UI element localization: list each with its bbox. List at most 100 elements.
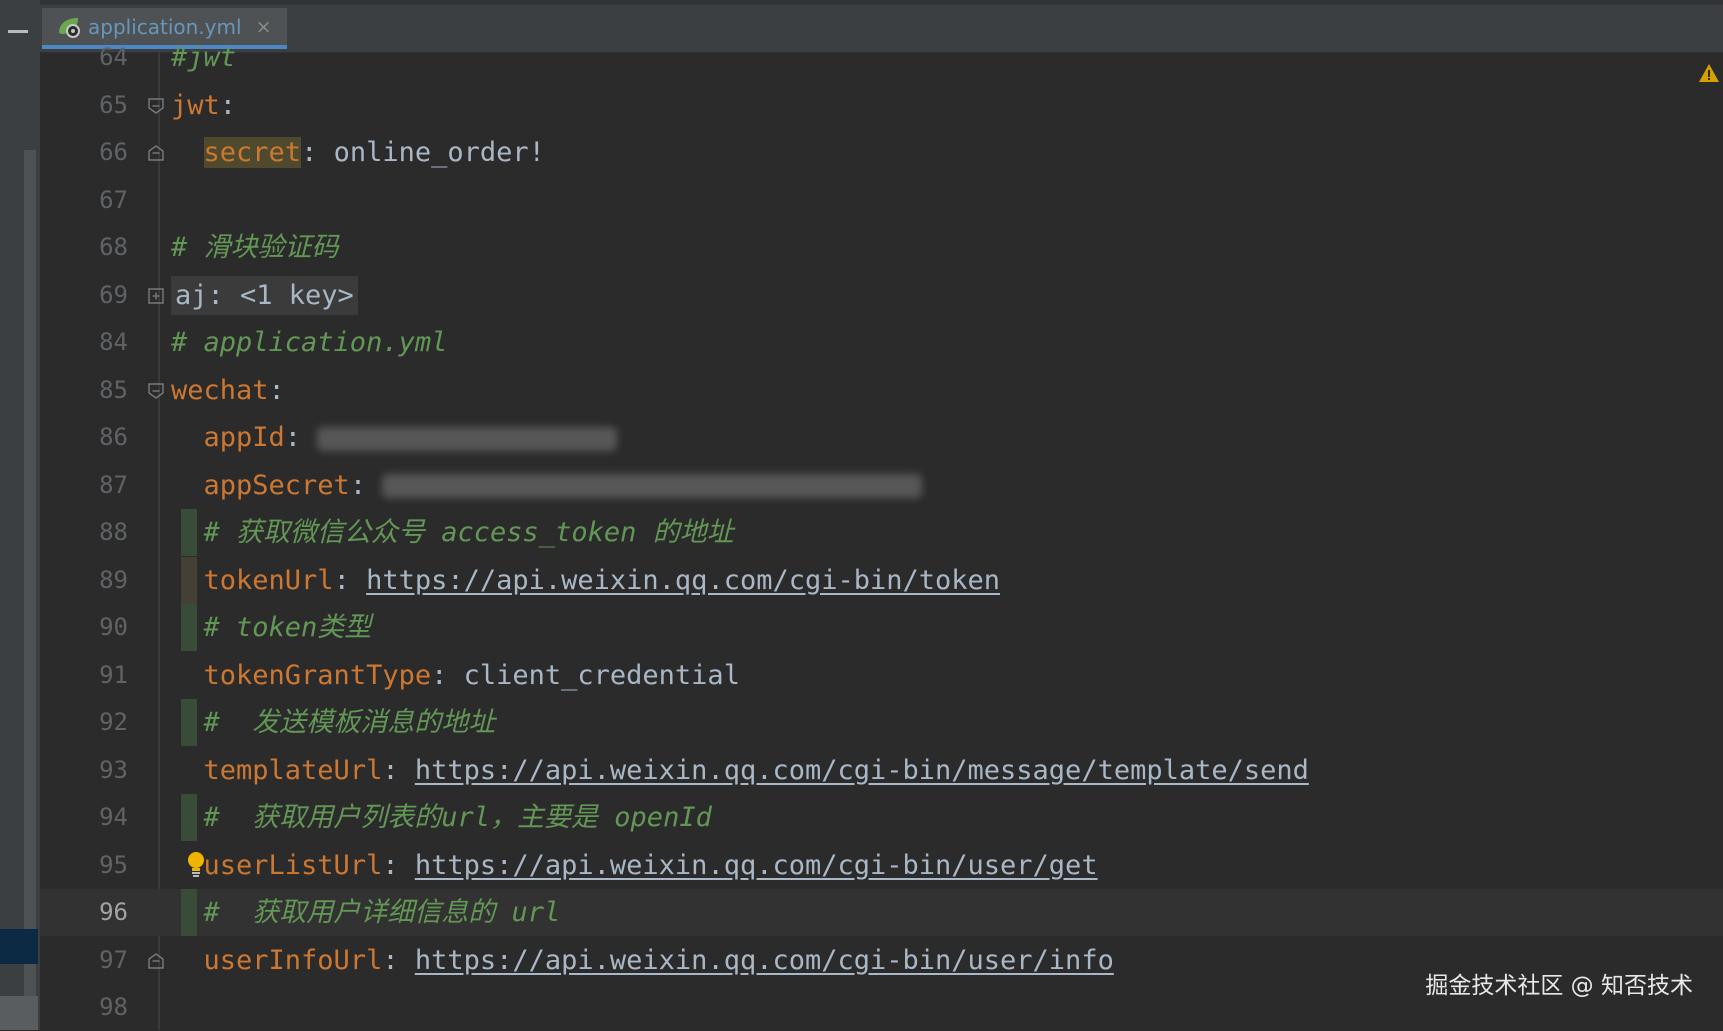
yaml-key: tokenUrl xyxy=(203,564,334,596)
line-code: userInfoUrl: https://api.weixin.qq.com/c… xyxy=(171,937,1114,984)
fold-collapse-icon[interactable] xyxy=(147,952,165,970)
line-number: 68 xyxy=(99,233,128,261)
collapse-panel-button[interactable] xyxy=(7,21,29,41)
line-code: # 发送模板消息的地址 xyxy=(171,699,496,746)
line-number: 96 xyxy=(99,898,128,926)
fold-collapse-icon[interactable] xyxy=(147,382,165,400)
line-code: # token类型 xyxy=(171,604,372,651)
line-number: 92 xyxy=(99,708,128,736)
yaml-key: appSecret xyxy=(203,469,350,501)
comment-text: # 获取微信公众号 access_token 的地址 xyxy=(171,517,734,548)
line-code: secret: online_order! xyxy=(171,129,545,176)
code-text: : xyxy=(333,564,367,596)
line-number: 95 xyxy=(99,850,128,879)
code-line-67[interactable]: 67 xyxy=(40,177,1723,224)
code-line-92[interactable]: 92 # 发送模板消息的地址 xyxy=(40,699,1723,746)
line-code: aj: <1 key> xyxy=(171,272,358,319)
redacted-value[interactable] xyxy=(317,426,618,451)
yaml-key: templateUrl xyxy=(203,754,383,786)
fold-expand-icon[interactable] xyxy=(147,287,165,305)
line-code: #jwt xyxy=(171,34,236,81)
comment-text: # token类型 xyxy=(171,612,372,643)
code-line-85[interactable]: 85 wechat: xyxy=(40,367,1723,414)
line-number: 64 xyxy=(99,43,128,71)
line-code: appId: xyxy=(171,414,618,461)
yaml-key: userListUrl xyxy=(203,849,383,881)
line-number: 91 xyxy=(99,660,128,689)
comment-text: # 获取用户列表的url，主要是 openId xyxy=(171,802,712,833)
code-line-96[interactable]: 96 # 获取用户详细信息的 url xyxy=(40,889,1723,936)
code-line-95[interactable]: 95 userListUrl: https://api.weixin.qq.co… xyxy=(40,842,1723,889)
yaml-key: tokenGrantType xyxy=(203,659,432,691)
line-number: 90 xyxy=(99,613,128,641)
line-number: 93 xyxy=(99,755,128,784)
code-text: : online_order! xyxy=(301,137,545,168)
line-code: tokenUrl: https://api.weixin.qq.com/cgi-… xyxy=(171,557,1001,604)
redacted-value[interactable] xyxy=(382,474,923,498)
code-line-84[interactable]: 84 # application.yml xyxy=(40,319,1723,366)
line-code: userListUrl: https://api.weixin.qq.com/c… xyxy=(171,842,1098,889)
line-number: 65 xyxy=(99,90,128,119)
code-line-93[interactable]: 93 templateUrl: https://api.weixin.qq.co… xyxy=(40,747,1723,794)
line-number: 88 xyxy=(99,518,128,546)
line-number: 97 xyxy=(99,945,128,974)
code-text[interactable]: https://api.weixin.qq.com/cgi-bin/user/g… xyxy=(415,850,1098,881)
code-text: : xyxy=(268,374,285,406)
line-code: wechat: xyxy=(171,367,285,414)
line-code: jwt: xyxy=(171,82,236,129)
code-line-69[interactable]: 69 aj: <1 key> xyxy=(40,272,1723,319)
code-line-90[interactable]: 90 # token类型 xyxy=(40,604,1723,651)
code-text[interactable]: https://api.weixin.qq.com/cgi-bin/token xyxy=(366,565,1000,596)
code-text[interactable]: https://api.weixin.qq.com/cgi-bin/messag… xyxy=(415,755,1309,786)
comment-text: # application.yml xyxy=(171,327,448,358)
line-code: tokenGrantType: client_credential xyxy=(171,652,740,699)
yaml-key: jwt xyxy=(171,89,220,121)
line-code: # 获取用户详细信息的 url xyxy=(171,889,561,936)
comment-text: #jwt xyxy=(171,42,237,73)
fold-collapse-icon[interactable] xyxy=(147,97,165,115)
watermark: 掘金技术社区 @ 知否技术 xyxy=(1425,973,1693,999)
code-line-68[interactable]: 68 # 滑块验证码 xyxy=(40,224,1723,271)
line-code: templateUrl: https://api.weixin.qq.com/c… xyxy=(171,747,1309,794)
yaml-key: userInfoUrl xyxy=(203,944,383,976)
code-line-86[interactable]: 86 appId: xyxy=(40,414,1723,461)
line-number: 94 xyxy=(99,803,128,831)
code-line-87[interactable]: 87 appSecret: xyxy=(40,462,1723,509)
line-number: 98 xyxy=(99,993,128,1021)
line-code: # 滑块验证码 xyxy=(171,224,339,271)
code-text[interactable]: https://api.weixin.qq.com/cgi-bin/user/i… xyxy=(415,945,1114,976)
line-number: 67 xyxy=(99,185,128,214)
line-number: 89 xyxy=(99,565,128,594)
comment-text: # 发送模板消息的地址 xyxy=(171,707,496,738)
tool-strip-scrollbar[interactable] xyxy=(24,150,36,1030)
fold-collapse-icon[interactable] xyxy=(147,144,165,162)
tool-strip-selection xyxy=(0,929,38,964)
line-number: 66 xyxy=(99,138,128,166)
code-line-91[interactable]: 91 tokenGrantType: client_credential xyxy=(40,652,1723,699)
code-text: : xyxy=(219,89,237,121)
line-code: # 获取用户列表的url，主要是 openId xyxy=(171,794,712,841)
yaml-key: wechat xyxy=(171,374,269,406)
line-code: # application.yml xyxy=(171,319,447,366)
code-line-64[interactable]: 64 #jwt xyxy=(40,34,1723,81)
code-line-89[interactable]: 89 tokenUrl: https://api.weixin.qq.com/c… xyxy=(40,556,1723,604)
tool-strip-handle[interactable] xyxy=(0,996,38,1030)
code-line-66[interactable]: 66 secret: online_order! xyxy=(40,129,1723,176)
code-text: : xyxy=(349,469,383,501)
code-line-65[interactable]: 65 jwt: xyxy=(40,82,1723,129)
code-text: : xyxy=(382,944,415,976)
line-code: # 获取微信公众号 access_token 的地址 xyxy=(171,509,734,556)
yaml-key: appId xyxy=(203,422,285,453)
comment-text: # 滑块验证码 xyxy=(171,232,339,263)
code-line-88[interactable]: 88 # 获取微信公众号 access_token 的地址 xyxy=(40,509,1723,556)
line-number: 85 xyxy=(99,375,128,404)
minus-icon xyxy=(8,29,28,33)
code-text: : xyxy=(382,849,415,881)
code-line-94[interactable]: 94 # 获取用户列表的url，主要是 openId xyxy=(40,794,1723,841)
